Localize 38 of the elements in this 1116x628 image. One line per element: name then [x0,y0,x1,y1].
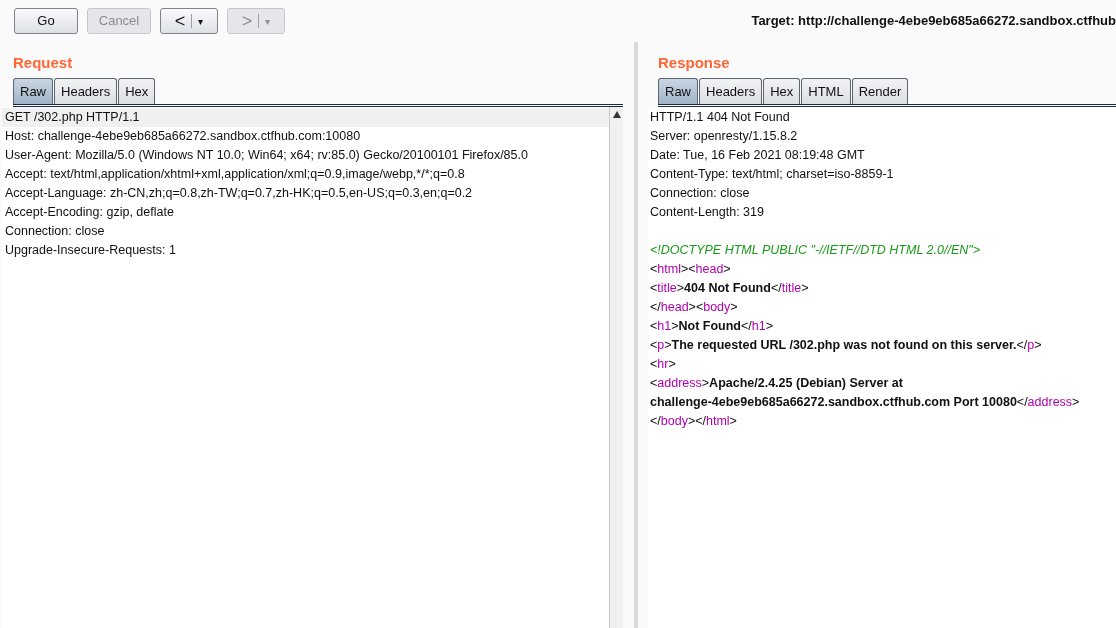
response-line: Content-Type: text/html; charset=iso-8859-1 [649,166,895,183]
response-title: Response [657,53,731,73]
response-line: <title>404 Not Found</title> [649,280,810,297]
response-line: Connection: close [649,185,751,202]
request-line: Accept-Language: zh-CN,zh;q=0.8,zh-TW;q=0.7,zh-HK;q=0.5,en-US;q=0.3,en;q=0.2 [4,185,474,202]
response-line: <h1>Not Found</h1> [649,318,774,335]
tab[interactable]: HTML [801,78,851,104]
response-line: HTTP/1.1 404 Not Found [649,109,791,126]
tab[interactable]: Raw [658,78,698,104]
request-line: Upgrade-Insecure-Requests: 1 [4,242,177,259]
tab[interactable]: Headers [699,78,763,104]
response-line: <address>Apache/2.4.25 (Debian) Server at [649,375,904,392]
request-line: Host: challenge-4ebe9eb685a66272.sandbox.ctfhub.com:10080 [4,128,362,145]
nav-button[interactable]: < ▾ [160,8,218,34]
tab[interactable]: Headers [54,78,118,104]
request-line: User-Agent: Mozilla/5.0 (Windows NT 10.0; Win64; x64; rv:85.0) Gecko/20100101 Firefox/85.0 [4,147,529,164]
response-line: Server: openresty/1.15.8.2 [649,128,799,145]
response-line: <!DOCTYPE HTML PUBLIC "-//IETF//DTD HTML 2.0//EN"> [649,242,981,259]
response-line: <p>The requested URL /302.php was not found on this server.</p> [649,337,1043,354]
request-line: Accept-Encoding: gzip, deflate [4,204,175,221]
tab[interactable]: Raw [13,78,53,104]
response-line: challenge-4ebe9eb685a66272.sandbox.ctfhub.com Port 10080</address> [649,394,1081,411]
response-line: <hr> [649,356,677,373]
response-line: </body></html> [649,413,738,430]
scrollbar[interactable] [609,107,623,628]
tab[interactable]: Hex [763,78,801,104]
response-line: </head><body> [649,299,739,316]
response-line: Content-Length: 319 [649,204,765,221]
request-title: Request [12,53,74,73]
toolbar-button[interactable]: Go [14,8,78,34]
response-line: Date: Tue, 16 Feb 2021 08:19:48 GMT [649,147,866,164]
scroll-up-icon[interactable] [612,111,621,118]
tab[interactable]: Hex [118,78,156,104]
tab[interactable]: Render [851,78,909,104]
request-line: Accept: text/html,application/xhtml+xml,application/xml;q=0.9,image/webp,*/*;q=0.8 [4,166,466,183]
target-url: Target: http://challenge-4ebe9eb685a66272.sandbox.ctfhub [751,12,1116,31]
response-line: <html><head> [649,261,732,278]
request-line: Connection: close [4,223,106,240]
